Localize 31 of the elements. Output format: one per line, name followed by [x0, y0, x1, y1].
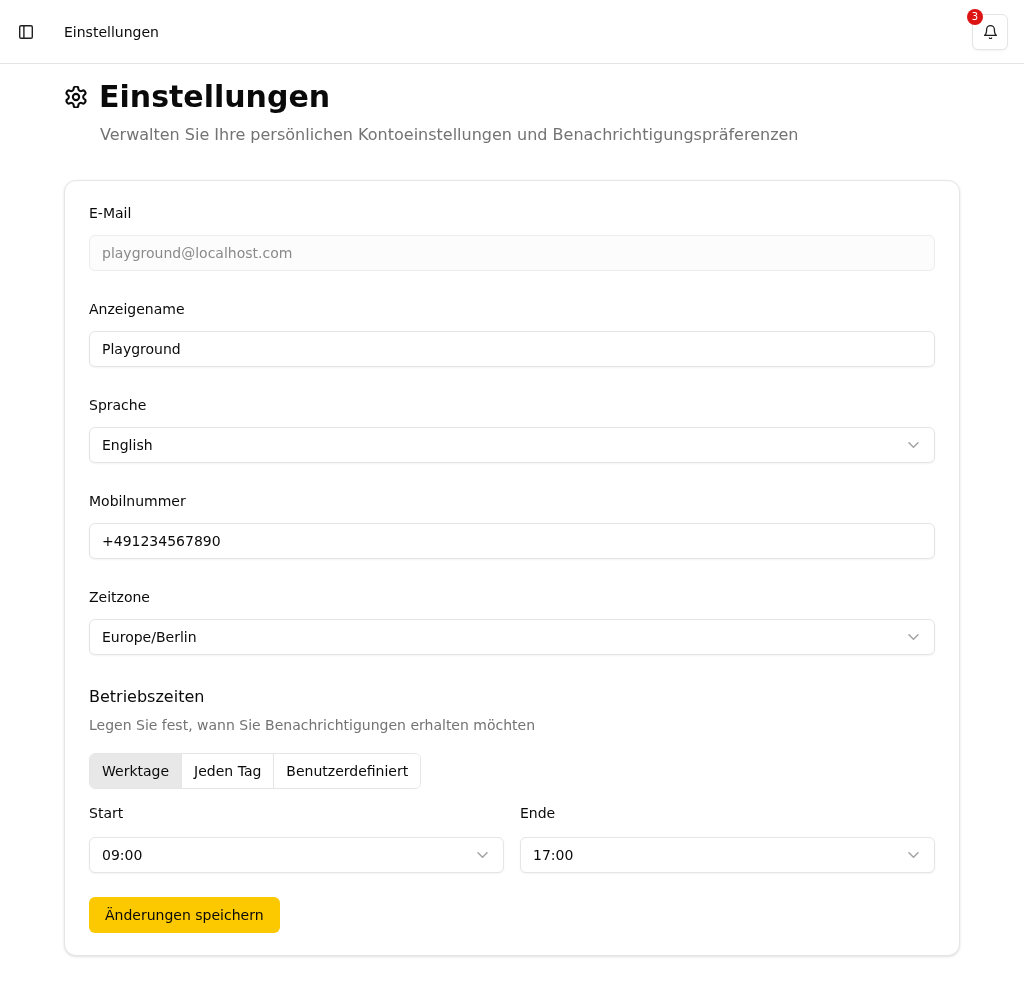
section-title: Betriebszeiten: [89, 686, 206, 708]
text-input[interactable]: Playground: [89, 331, 935, 367]
sidebar-toggle-button[interactable]: [19, 24, 33, 39]
settings-icon: [65, 86, 87, 108]
bell-icon: [983, 24, 997, 39]
field-label: E-Mail: [89, 204, 133, 223]
save-button[interactable]: Änderungen speichern: [89, 897, 280, 933]
select-field[interactable]: 17:00: [520, 837, 935, 873]
select-field[interactable]: 09:00: [89, 837, 504, 873]
section-description: Legen Sie fest, wann Sie Benachrichtigungen erhalten möchten: [89, 716, 537, 735]
field-label: Sprache: [89, 396, 148, 415]
page-title: Einstellungen: [99, 79, 331, 115]
page-subtitle: Verwalten Sie Ihre persönlichen Kontoeinstellungen und Benachrichtigungspräferenzen: [100, 124, 800, 146]
breadcrumb-title: Einstellungen: [64, 22, 159, 42]
field-label: Anzeigename: [89, 300, 186, 319]
select-field[interactable]: English: [89, 427, 935, 463]
toggle-option[interactable]: Benutzerdefiniert: [273, 754, 421, 788]
notifications-button[interactable]: [972, 13, 1008, 50]
select-field[interactable]: Europe/Berlin: [89, 619, 935, 655]
chevron-down-icon: [908, 852, 919, 858]
notification-badge: 3: [967, 8, 983, 25]
field-label: Mobilnummer: [89, 492, 187, 511]
field-label: Ende: [520, 804, 557, 823]
field-label: Zeitzone: [89, 588, 151, 607]
text-input[interactable]: +491234567890: [89, 523, 935, 559]
toggle-option[interactable]: Werktage: [90, 754, 182, 788]
chevron-down-icon: [477, 852, 488, 858]
chevron-down-icon: [908, 442, 919, 448]
sidebar-icon: [19, 24, 33, 39]
field-label: Start: [89, 804, 125, 823]
chevron-down-icon: [908, 634, 919, 640]
